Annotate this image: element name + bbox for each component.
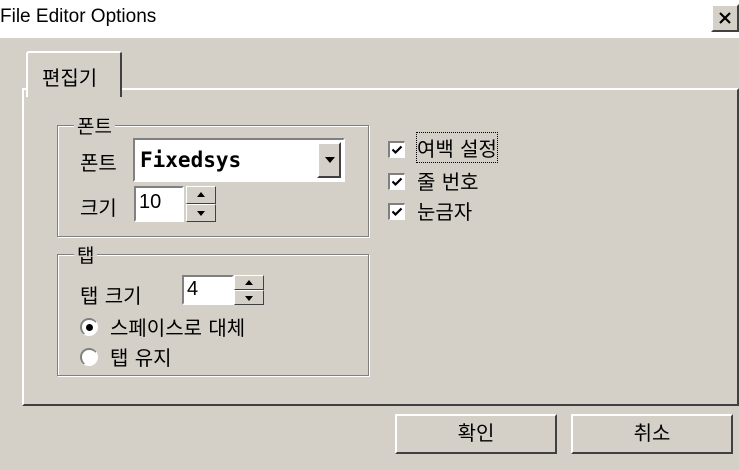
arrow-down-icon	[197, 211, 205, 216]
keep-tabs-label[interactable]: 탭 유지	[110, 342, 172, 371]
font-size-input[interactable]: 10	[134, 186, 184, 222]
replace-with-spaces-radio[interactable]	[80, 318, 98, 336]
ruler-checkbox[interactable]	[388, 203, 405, 220]
font-label: 폰트	[80, 151, 117, 175]
arrow-up-icon	[197, 192, 205, 197]
tab-editor-label: 편집기	[42, 66, 98, 90]
checkmark-icon	[391, 145, 403, 155]
tab-size-value: 4	[187, 278, 199, 300]
ruler-label[interactable]: 눈금자	[417, 196, 472, 225]
replace-with-spaces-label[interactable]: 스페이스로 대체	[110, 312, 245, 341]
radio-selected-dot	[86, 324, 93, 331]
chevron-down-icon	[325, 157, 335, 163]
ok-button-label: 확인	[457, 421, 495, 445]
tab-size-label: 탭 크기	[80, 284, 142, 308]
line-number-label[interactable]: 줄 번호	[417, 166, 479, 195]
close-icon	[719, 12, 731, 24]
cancel-button-label: 취소	[633, 421, 671, 445]
keep-tabs-radio[interactable]	[80, 348, 98, 366]
line-number-checkbox[interactable]	[388, 173, 405, 190]
arrow-down-icon	[245, 296, 253, 301]
tab-size-input[interactable]: 4	[182, 275, 234, 305]
arrow-up-icon	[245, 280, 253, 285]
tab-editor[interactable]: 편집기	[26, 51, 122, 97]
checkmark-icon	[391, 177, 403, 187]
tab-group-label: 탭	[74, 241, 98, 268]
margin-setting-label[interactable]: 여백 설정	[416, 132, 498, 163]
tab-size-down-button[interactable]	[234, 290, 264, 305]
margin-setting-checkbox[interactable]	[388, 141, 405, 158]
window-title: File Editor Options	[0, 6, 157, 27]
font-select-dropdown-button[interactable]	[317, 142, 341, 178]
font-select-value: Fixedsys	[140, 148, 242, 172]
font-select[interactable]: Fixedsys	[133, 138, 345, 182]
ok-button[interactable]: 확인	[395, 414, 557, 454]
size-label: 크기	[80, 196, 117, 220]
font-group-label: 폰트	[74, 112, 115, 139]
tab-size-up-button[interactable]	[234, 275, 264, 290]
close-button[interactable]	[711, 4, 739, 32]
title-bar: File Editor Options	[0, 0, 739, 38]
font-size-down-button[interactable]	[186, 204, 216, 222]
checkmark-icon	[391, 207, 403, 217]
font-size-up-button[interactable]	[186, 186, 216, 204]
cancel-button[interactable]: 취소	[571, 414, 733, 454]
font-size-value: 10	[139, 191, 162, 213]
